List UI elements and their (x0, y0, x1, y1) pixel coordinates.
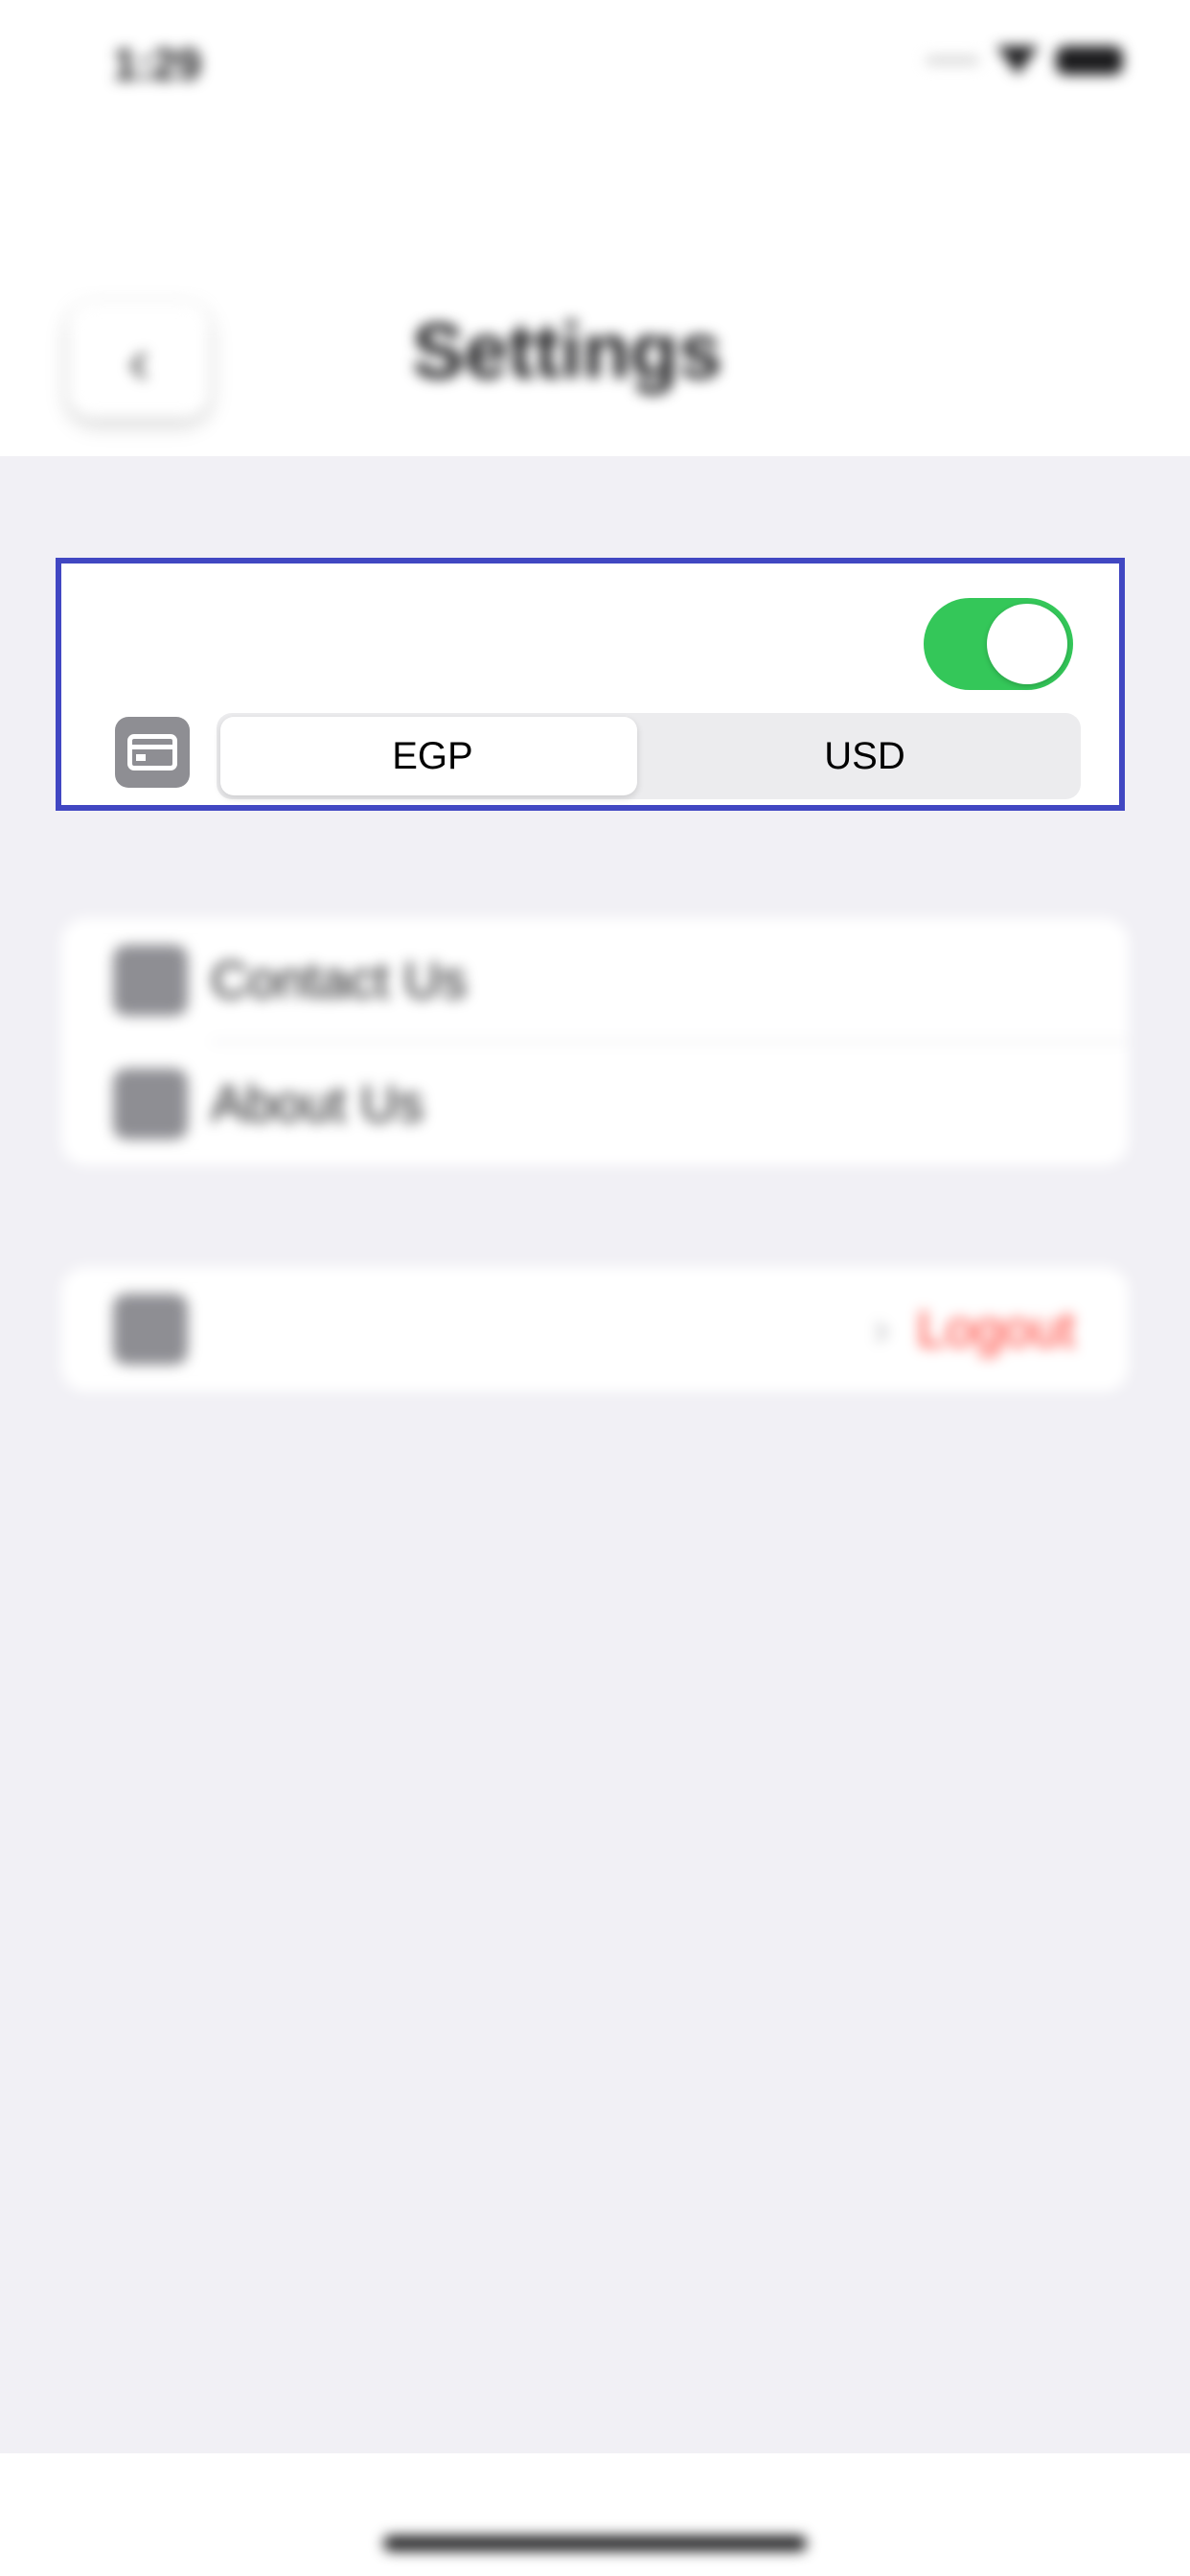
signal-icon (926, 57, 979, 64)
toggle-knob (987, 604, 1067, 684)
chevron-right-icon: › (874, 1303, 889, 1355)
account-group: › Logout (61, 1267, 1129, 1392)
status-time: 1:29 (113, 39, 202, 89)
battery-icon (1056, 46, 1123, 75)
info-icon (113, 1068, 188, 1139)
logout-label: Logout (916, 1300, 1075, 1358)
page-title: Settings (412, 308, 722, 395)
home-indicator (383, 2536, 807, 2551)
logout-row[interactable]: › Logout (61, 1267, 1129, 1392)
about-us-label: About Us (211, 1074, 424, 1133)
currency-toggle[interactable] (924, 598, 1073, 690)
about-us-row[interactable]: About Us (61, 1042, 1129, 1165)
segment-usd[interactable]: USD (649, 713, 1081, 799)
support-group: Contact Us About Us (61, 918, 1129, 1165)
contact-us-label: Contact Us (211, 951, 468, 1009)
currency-settings-card: EGP USD (56, 558, 1125, 811)
currency-segmented-control: EGP USD (217, 713, 1081, 799)
contact-us-row[interactable]: Contact Us (61, 918, 1129, 1043)
phone-icon (113, 944, 188, 1016)
bottom-bar (0, 2453, 1190, 2576)
segment-usd-label: USD (824, 734, 905, 777)
segment-egp[interactable]: EGP (217, 713, 649, 799)
status-icons (926, 46, 1123, 75)
chevron-left-icon: ‹ (128, 325, 149, 396)
wifi-icon (996, 46, 1039, 75)
back-button[interactable]: ‹ (69, 303, 209, 418)
segment-egp-label: EGP (392, 734, 473, 777)
logout-icon (113, 1294, 188, 1365)
credit-card-icon (115, 717, 190, 788)
